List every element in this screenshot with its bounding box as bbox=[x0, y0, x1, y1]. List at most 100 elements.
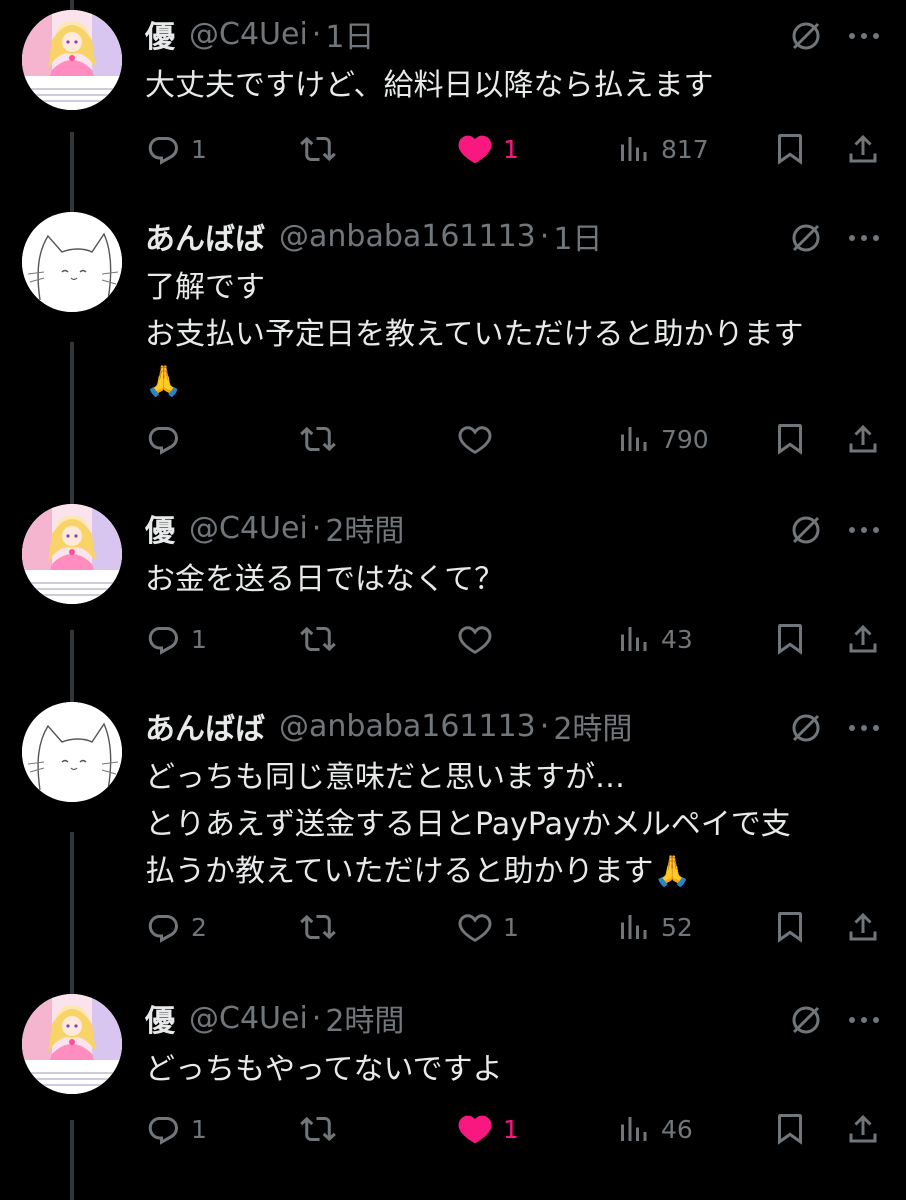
tweet-text: どっちも同じ意味だと思いますが… とりあえず送金する日とPayPayかメルペイで… bbox=[145, 760, 791, 889]
views-button[interactable]: 790 bbox=[615, 414, 709, 464]
avatar[interactable] bbox=[22, 994, 122, 1094]
anime-girl-avatar bbox=[22, 994, 122, 1094]
reply-count: 2 bbox=[191, 912, 207, 942]
more-options-button[interactable] bbox=[846, 24, 882, 48]
grok-button[interactable] bbox=[788, 710, 824, 746]
timestamp[interactable]: 2時間 bbox=[325, 506, 404, 550]
display-name[interactable]: 優 bbox=[145, 506, 175, 550]
more-options-button[interactable] bbox=[846, 1008, 882, 1032]
more-icon bbox=[846, 226, 882, 250]
bookmark-button[interactable] bbox=[772, 614, 808, 664]
timestamp[interactable]: 2時間 bbox=[553, 704, 632, 748]
retweet-button[interactable] bbox=[300, 124, 346, 174]
bookmark-icon bbox=[772, 621, 808, 657]
grok-icon bbox=[788, 220, 824, 256]
timestamp[interactable]: 2時間 bbox=[325, 996, 404, 1040]
tweet-header: 優 @C4Uei · 1日 bbox=[145, 12, 374, 56]
like-button[interactable]: 1 bbox=[457, 902, 519, 952]
anime-girl-avatar bbox=[22, 10, 122, 110]
share-button[interactable] bbox=[845, 124, 881, 174]
tweet-header: 優 @C4Uei · 2時間 bbox=[145, 506, 404, 550]
like-count: 1 bbox=[503, 1114, 519, 1144]
tweet-text: 了解です お支払い予定日を教えていただけると助かります 🙏 bbox=[145, 270, 804, 399]
more-options-button[interactable] bbox=[846, 226, 882, 250]
display-name[interactable]: 優 bbox=[145, 12, 175, 56]
heart-icon bbox=[457, 621, 493, 657]
username-handle[interactable]: @anbaba161113 bbox=[279, 219, 536, 254]
reply-button[interactable]: 1 bbox=[145, 1104, 207, 1154]
retweet-button[interactable] bbox=[300, 414, 346, 464]
like-button[interactable]: 1 bbox=[457, 1104, 519, 1154]
tweet[interactable]: あんばば @anbaba161113 · 1日 了解です お支払い予定日を教えていただけ… bbox=[0, 212, 906, 464]
retweet-button[interactable] bbox=[300, 902, 346, 952]
share-button[interactable] bbox=[845, 1104, 881, 1154]
views-button[interactable]: 817 bbox=[615, 124, 709, 174]
display-name[interactable]: 優 bbox=[145, 996, 175, 1040]
bookmark-button[interactable] bbox=[772, 902, 808, 952]
grok-button[interactable] bbox=[788, 1002, 824, 1038]
reply-button[interactable]: 1 bbox=[145, 614, 207, 664]
reply-icon bbox=[145, 621, 181, 657]
like-count: 1 bbox=[503, 134, 519, 164]
tweet-header: 優 @C4Uei · 2時間 bbox=[145, 996, 404, 1040]
share-icon bbox=[845, 421, 881, 457]
tweet[interactable]: 優 @C4Uei · 2時間 お金を送る日ではなくて？ 1 43 bbox=[0, 504, 906, 664]
views-button[interactable]: 46 bbox=[615, 1104, 693, 1154]
username-handle[interactable]: @C4Uei bbox=[189, 511, 308, 546]
grok-button[interactable] bbox=[788, 220, 824, 256]
bookmark-button[interactable] bbox=[772, 124, 808, 174]
display-name[interactable]: あんばば bbox=[145, 214, 265, 258]
bookmark-button[interactable] bbox=[772, 1104, 808, 1154]
display-name[interactable]: あんばば bbox=[145, 704, 265, 748]
reply-button[interactable] bbox=[145, 414, 191, 464]
share-button[interactable] bbox=[845, 614, 881, 664]
tweet-header: あんばば @anbaba161113 · 2時間 bbox=[145, 704, 632, 748]
avatar[interactable] bbox=[22, 702, 122, 802]
tweet[interactable]: 優 @C4Uei · 1日 大丈夫ですけど、給料日以降なら払えます 1 1 817 bbox=[0, 10, 906, 174]
views-button[interactable]: 52 bbox=[615, 902, 693, 952]
more-icon bbox=[846, 518, 882, 542]
avatar[interactable] bbox=[22, 212, 122, 312]
share-icon bbox=[845, 1111, 881, 1147]
username-handle[interactable]: @C4Uei bbox=[189, 1001, 308, 1036]
reply-icon bbox=[145, 421, 181, 457]
tweet-text: お金を送る日ではなくて？ bbox=[145, 562, 505, 597]
bookmark-icon bbox=[772, 1111, 808, 1147]
separator-dot: · bbox=[311, 16, 322, 52]
tweet[interactable]: 優 @C4Uei · 2時間 どっちもやってないですよ 1 1 46 bbox=[0, 994, 906, 1154]
username-handle[interactable]: @C4Uei bbox=[189, 17, 308, 52]
more-options-button[interactable] bbox=[846, 716, 882, 740]
share-icon bbox=[845, 909, 881, 945]
retweet-icon bbox=[300, 131, 336, 167]
share-button[interactable] bbox=[845, 414, 881, 464]
view-count: 52 bbox=[661, 912, 693, 942]
share-button[interactable] bbox=[845, 902, 881, 952]
cat-sketch-avatar bbox=[22, 212, 122, 312]
bar-chart-icon bbox=[615, 621, 651, 657]
bookmark-button[interactable] bbox=[772, 414, 808, 464]
reply-button[interactable]: 2 bbox=[145, 902, 207, 952]
tweet[interactable]: あんばば @anbaba161113 · 2時間 どっちも同じ意味だと思いますが… とり… bbox=[0, 702, 906, 952]
retweet-button[interactable] bbox=[300, 614, 346, 664]
retweet-icon bbox=[300, 421, 336, 457]
grok-button[interactable] bbox=[788, 18, 824, 54]
username-handle[interactable]: @anbaba161113 bbox=[279, 709, 536, 744]
more-options-button[interactable] bbox=[846, 518, 882, 542]
timestamp[interactable]: 1日 bbox=[325, 12, 374, 56]
like-button[interactable] bbox=[457, 614, 503, 664]
timestamp[interactable]: 1日 bbox=[553, 214, 602, 258]
retweet-button[interactable] bbox=[300, 1104, 346, 1154]
views-button[interactable]: 43 bbox=[615, 614, 693, 664]
retweet-icon bbox=[300, 1111, 336, 1147]
avatar[interactable] bbox=[22, 504, 122, 604]
bar-chart-icon bbox=[615, 909, 651, 945]
heart-filled-icon bbox=[457, 131, 493, 167]
reply-button[interactable]: 1 bbox=[145, 124, 207, 174]
separator-dot: · bbox=[311, 1000, 322, 1036]
grok-button[interactable] bbox=[788, 512, 824, 548]
reply-count: 1 bbox=[191, 1114, 207, 1144]
like-button[interactable] bbox=[457, 414, 503, 464]
like-button[interactable]: 1 bbox=[457, 124, 519, 174]
view-count: 790 bbox=[661, 424, 709, 454]
avatar[interactable] bbox=[22, 10, 122, 110]
